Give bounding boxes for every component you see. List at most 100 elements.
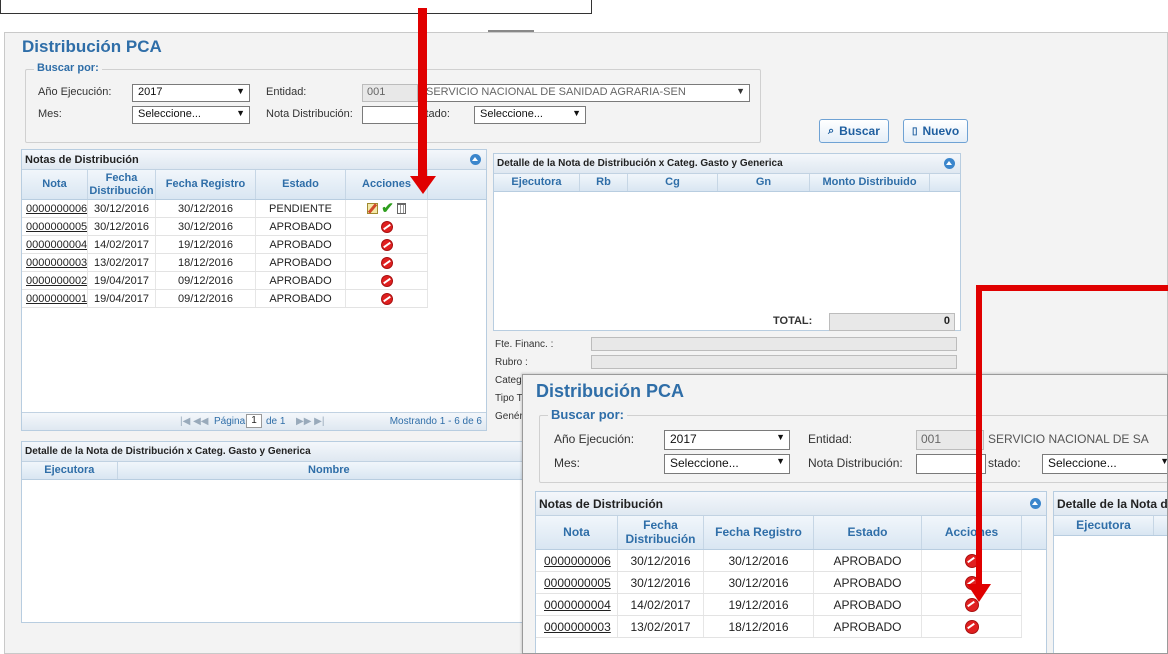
nota-link[interactable]: 0000000004 (22, 236, 88, 253)
entidad-name: SERVICIO NACIONAL DE SA (988, 432, 1149, 446)
acciones-cell (346, 272, 428, 289)
table-row[interactable]: 0000000004 14/02/2017 19/12/2016 APROBADO (536, 594, 1022, 616)
anio-select[interactable]: 2017 ▼ (664, 430, 790, 450)
estado-cell: APROBADO (256, 236, 346, 253)
total-label: TOTAL: (773, 315, 813, 327)
entidad-select[interactable]: SERVICIO NACIONAL DE SANIDAD AGRARIA-SEN… (420, 84, 750, 102)
estado-select[interactable]: Seleccione...▼ (474, 106, 586, 124)
nota-link[interactable]: 0000000003 (22, 254, 88, 271)
acciones-cell (346, 254, 428, 271)
col-fecha-registro[interactable]: Fecha Registro (156, 170, 256, 199)
collapse-icon[interactable] (1030, 498, 1041, 509)
zoom-detalle-grid-header: Ejecutora (1054, 516, 1167, 536)
col-estado[interactable]: Estado (814, 516, 922, 549)
col-ejecutora[interactable]: Ejecutora (494, 174, 580, 191)
table-row[interactable]: 0000000006 30/12/2016 30/12/2016 APROBADO (536, 550, 1022, 572)
cancel-icon[interactable] (380, 292, 393, 305)
estado-cell: APROBADO (256, 254, 346, 271)
table-row[interactable]: 0000000002 19/04/2017 09/12/2016 APROBADO (22, 272, 428, 290)
nuevo-button[interactable]: ▯ Nuevo (903, 119, 969, 143)
annotation-arrow-1-shaft (418, 8, 427, 180)
table-row[interactable]: 0000000005 30/12/2016 30/12/2016 APROBADO (22, 218, 428, 236)
estado-select[interactable]: Seleccione...▼ (1042, 454, 1167, 474)
col-gn[interactable]: Gn (718, 174, 810, 191)
anio-label: Año Ejecución: (554, 432, 635, 446)
collapse-icon[interactable] (470, 154, 481, 165)
cancel-icon[interactable] (380, 220, 393, 233)
fte-field (591, 337, 957, 351)
acciones-cell (922, 616, 1022, 637)
table-row[interactable]: 0000000004 14/02/2017 19/12/2016 APROBADO (22, 236, 428, 254)
pager-next-last-icon[interactable]: ▶▶ ▶| (296, 416, 324, 427)
approve-check-icon[interactable]: ✔ (381, 201, 394, 216)
col-fecha-distribucion[interactable]: Fecha Distribución (618, 516, 704, 549)
edit-icon[interactable] (367, 203, 379, 214)
table-row[interactable]: 0000000003 13/02/2017 18/12/2016 APROBADO (22, 254, 428, 272)
nota-label: Nota Distribución: (266, 108, 353, 120)
buscar-button[interactable]: ⌕ Buscar (819, 119, 889, 143)
cancel-icon[interactable] (380, 274, 393, 287)
cancel-icon[interactable] (380, 238, 393, 251)
nota-link[interactable]: 0000000005 (22, 218, 88, 235)
col-monto[interactable]: Monto Distribuido (810, 174, 930, 191)
nota-link[interactable]: 0000000002 (22, 272, 88, 289)
pager-first-prev-icon[interactable]: |◀ ◀◀ (180, 416, 208, 427)
nota-link[interactable]: 0000000003 (536, 616, 618, 637)
cancel-icon[interactable] (964, 619, 979, 634)
col-nota[interactable]: Nota (22, 170, 88, 199)
pager-page-input[interactable]: 1 (246, 414, 262, 428)
anio-select[interactable]: 2017 ▼ (132, 84, 250, 102)
nota-input[interactable] (362, 106, 420, 124)
fecha-registro-cell: 09/12/2016 (156, 272, 256, 289)
tipo-label: Tipo T (495, 393, 523, 404)
fecha-distribucion-cell: 14/02/2017 (618, 594, 704, 615)
collapse-icon[interactable] (944, 158, 955, 169)
fecha-registro-cell: 18/12/2016 (156, 254, 256, 271)
col-ejecutora[interactable]: Ejecutora (22, 462, 118, 479)
zoom-detalle-title: Detalle de la Nota de (1057, 497, 1168, 511)
trash-icon[interactable] (396, 203, 406, 214)
col-ejecutora[interactable]: Ejecutora (1054, 516, 1154, 535)
fecha-registro-cell: 30/12/2016 (156, 218, 256, 235)
estado-cell: APROBADO (814, 550, 922, 571)
col-fecha-distribucion[interactable]: Fecha Distribución (88, 170, 156, 199)
zoom-notas-header: Notas de Distribución (536, 492, 1046, 516)
notas-panel-header: Notas de Distribución (22, 150, 486, 170)
table-row[interactable]: 0000000006 30/12/2016 30/12/2016 PENDIENTE ✔ (22, 200, 428, 218)
search-legend: Buscar por: (34, 62, 102, 74)
cancel-icon[interactable] (380, 256, 393, 269)
nota-link[interactable]: 0000000006 (22, 200, 88, 217)
nota-link[interactable]: 0000000006 (536, 550, 618, 571)
fecha-distribucion-cell: 30/12/2016 (618, 550, 704, 571)
table-row[interactable]: 0000000001 19/04/2017 09/12/2016 APROBADO (22, 290, 428, 308)
col-nombre[interactable]: Nombre (118, 462, 540, 479)
col-rb[interactable]: Rb (580, 174, 628, 191)
col-acciones[interactable]: Acciones (922, 516, 1022, 549)
estado-cell: APROBADO (814, 594, 922, 615)
mes-select[interactable]: Seleccione... ▼ (132, 106, 250, 124)
acciones-cell (922, 550, 1022, 571)
mes-label: Mes: (38, 108, 62, 120)
detalle-bottom-header: Detalle de la Nota de Distribución x Cat… (22, 442, 540, 462)
entidad-label: Entidad: (808, 432, 853, 446)
estado-cell: APROBADO (814, 616, 922, 637)
col-estado[interactable]: Estado (256, 170, 346, 199)
new-document-icon: ▯ (912, 125, 918, 137)
nota-link[interactable]: 0000000001 (22, 290, 88, 307)
annotation-arrow-2-shaft (976, 285, 982, 587)
fecha-distribucion-cell: 19/04/2017 (88, 290, 156, 307)
nota-link[interactable]: 0000000004 (536, 594, 618, 615)
mes-select[interactable]: Seleccione... ▼ (664, 454, 790, 474)
col-nota[interactable]: Nota (536, 516, 618, 549)
acciones-cell (346, 290, 428, 307)
col-fecha-registro[interactable]: Fecha Registro (704, 516, 814, 549)
fecha-registro-cell: 30/12/2016 (156, 200, 256, 217)
estado-cell: APROBADO (256, 272, 346, 289)
zoom-detalle-panel: Detalle de la Nota de Ejecutora (1053, 491, 1168, 653)
estado-cell: PENDIENTE (256, 200, 346, 217)
acciones-cell (346, 236, 428, 253)
col-cg[interactable]: Cg (628, 174, 718, 191)
nota-link[interactable]: 0000000005 (536, 572, 618, 593)
table-row[interactable]: 0000000003 13/02/2017 18/12/2016 APROBADO (536, 616, 1022, 638)
table-row[interactable]: 0000000005 30/12/2016 30/12/2016 APROBADO (536, 572, 1022, 594)
